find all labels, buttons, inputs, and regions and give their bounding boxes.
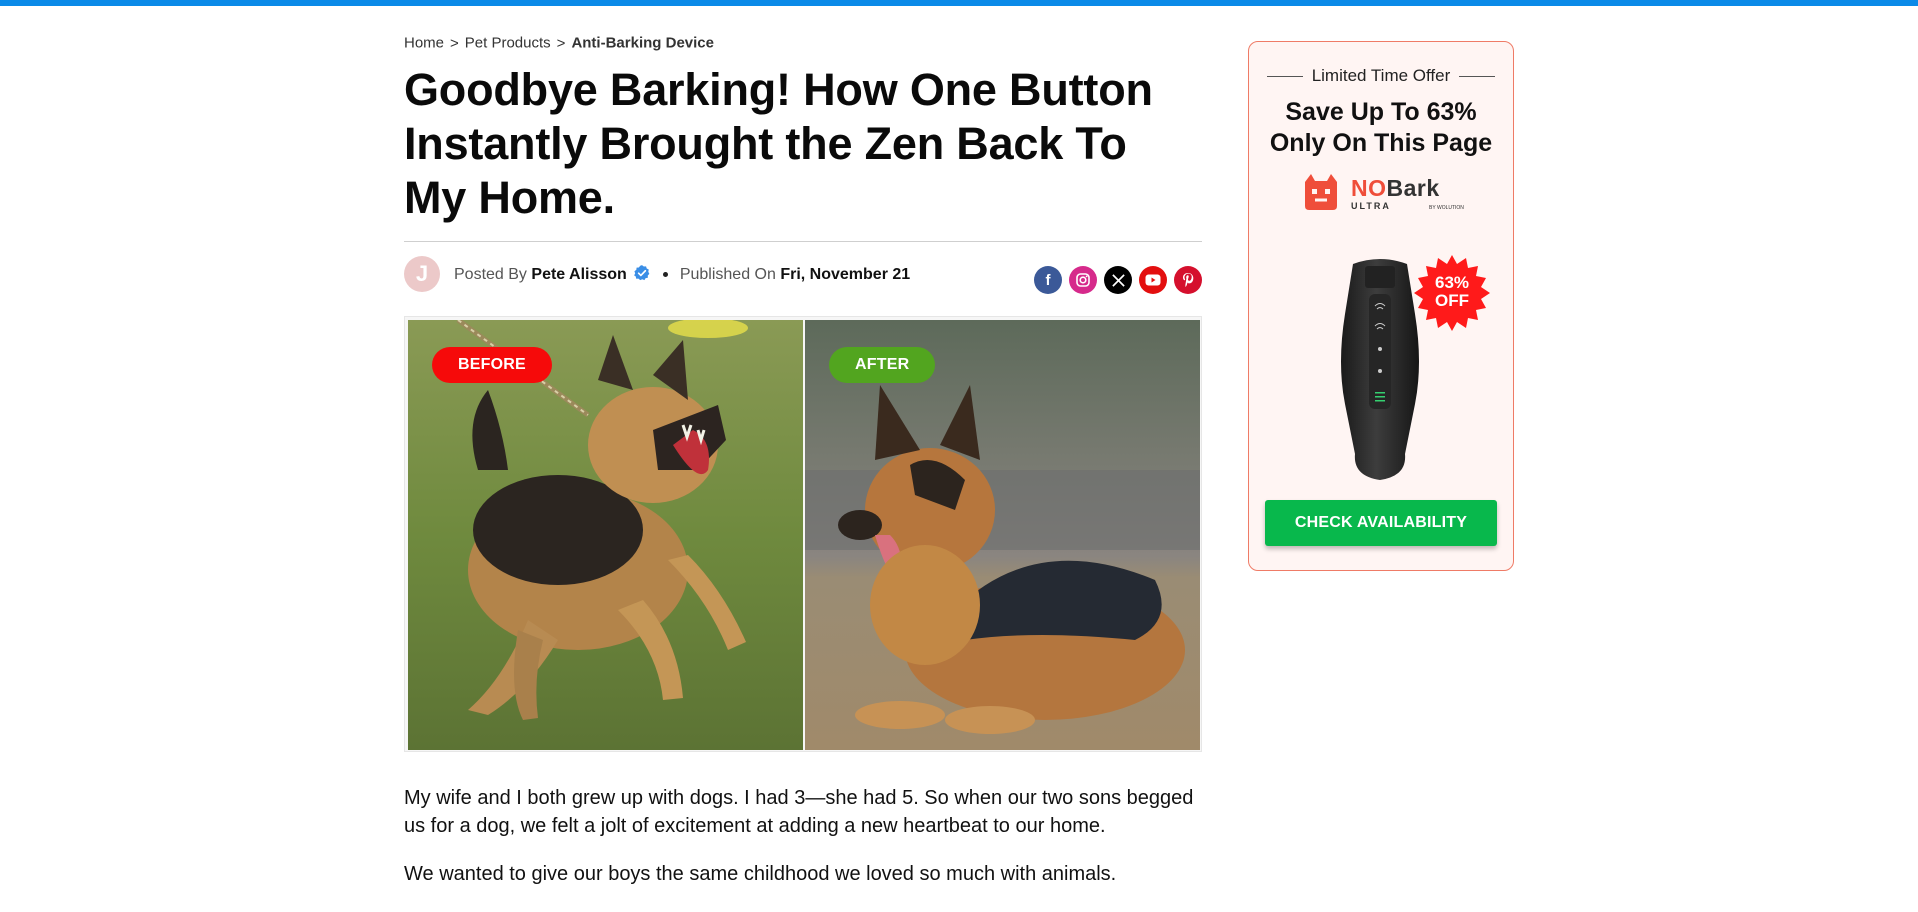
article-paragraph: My wife and I both grew up with dogs. I … bbox=[404, 787, 1194, 837]
barking-dog-illustration bbox=[408, 320, 803, 750]
after-badge: AFTER bbox=[829, 347, 936, 383]
offer-headline-line1: Save Up To 63% bbox=[1285, 98, 1477, 126]
breadcrumb-pet-products[interactable]: Pet Products bbox=[465, 35, 551, 52]
author-name[interactable]: Pete Alisson bbox=[531, 266, 626, 283]
top-accent-bar bbox=[0, 0, 1918, 6]
published-date: Fri, November 21 bbox=[780, 266, 911, 283]
kicker-rule bbox=[1459, 76, 1496, 78]
nobark-device-image bbox=[1341, 259, 1419, 480]
article-meta: J Posted By Pete Alisson Published On Fr… bbox=[404, 256, 1202, 294]
instagram-icon[interactable] bbox=[1069, 266, 1097, 294]
brand-sub: ULTRA bbox=[1351, 201, 1391, 211]
verified-check-icon bbox=[633, 265, 650, 281]
article-paragraph: We wanted to give our boys the same chil… bbox=[404, 863, 1117, 885]
offer-card: Limited Time Offer Save Up To 63% Only O… bbox=[1248, 41, 1514, 571]
before-badge: BEFORE bbox=[432, 347, 552, 383]
discount-percent: 63% bbox=[1434, 273, 1470, 292]
breadcrumb-home[interactable]: Home bbox=[404, 35, 444, 52]
dog-head-logo-icon bbox=[1305, 174, 1337, 210]
posted-by-label: Posted By bbox=[454, 266, 527, 283]
after-photo: AFTER bbox=[805, 320, 1200, 750]
offer-kicker: Limited Time Offer bbox=[1249, 66, 1513, 86]
title-divider bbox=[404, 241, 1202, 242]
author-avatar: J bbox=[404, 256, 440, 292]
kicker-rule bbox=[1266, 76, 1303, 78]
article-body: My wife and I both grew up with dogs. I … bbox=[404, 784, 1204, 908]
discount-badge: 63% OFF bbox=[1414, 274, 1490, 310]
nobark-logo: NOBark ULTRA BY WOLUTION bbox=[1301, 172, 1471, 212]
discount-off: OFF bbox=[1435, 291, 1469, 310]
breadcrumb-separator: > bbox=[450, 34, 459, 52]
breadcrumb: Home > Pet Products > Anti-Barking Device bbox=[404, 34, 714, 52]
byline: Posted By Pete Alisson Published On Fri,… bbox=[454, 264, 910, 284]
calm-dog-illustration bbox=[805, 320, 1200, 750]
offer-headline: Save Up To 63% Only On This Page bbox=[1249, 97, 1513, 159]
breadcrumb-current: Anti-Barking Device bbox=[571, 34, 714, 52]
before-photo: BEFORE bbox=[408, 320, 803, 750]
youtube-icon[interactable] bbox=[1139, 266, 1167, 294]
offer-headline-line2: Only On This Page bbox=[1269, 129, 1493, 157]
facebook-icon[interactable]: f bbox=[1034, 266, 1062, 294]
offer-kicker-text: Limited Time Offer bbox=[1311, 66, 1451, 85]
meta-separator-dot bbox=[662, 272, 668, 278]
x-icon[interactable] bbox=[1104, 266, 1132, 294]
article-title: Goodbye Barking! How One Button Instantl… bbox=[404, 64, 1153, 223]
brand-by: BY WOLUTION bbox=[1429, 205, 1464, 211]
before-after-image: BEFORE AFTER bbox=[404, 316, 1202, 752]
social-share-bar: f bbox=[1034, 266, 1202, 294]
published-label: Published On bbox=[679, 266, 776, 283]
brand-name: NOBark bbox=[1351, 175, 1440, 201]
pinterest-icon[interactable] bbox=[1174, 266, 1202, 294]
breadcrumb-separator: > bbox=[556, 34, 566, 52]
check-availability-button[interactable]: CHECK AVAILABILITY bbox=[1265, 500, 1497, 546]
